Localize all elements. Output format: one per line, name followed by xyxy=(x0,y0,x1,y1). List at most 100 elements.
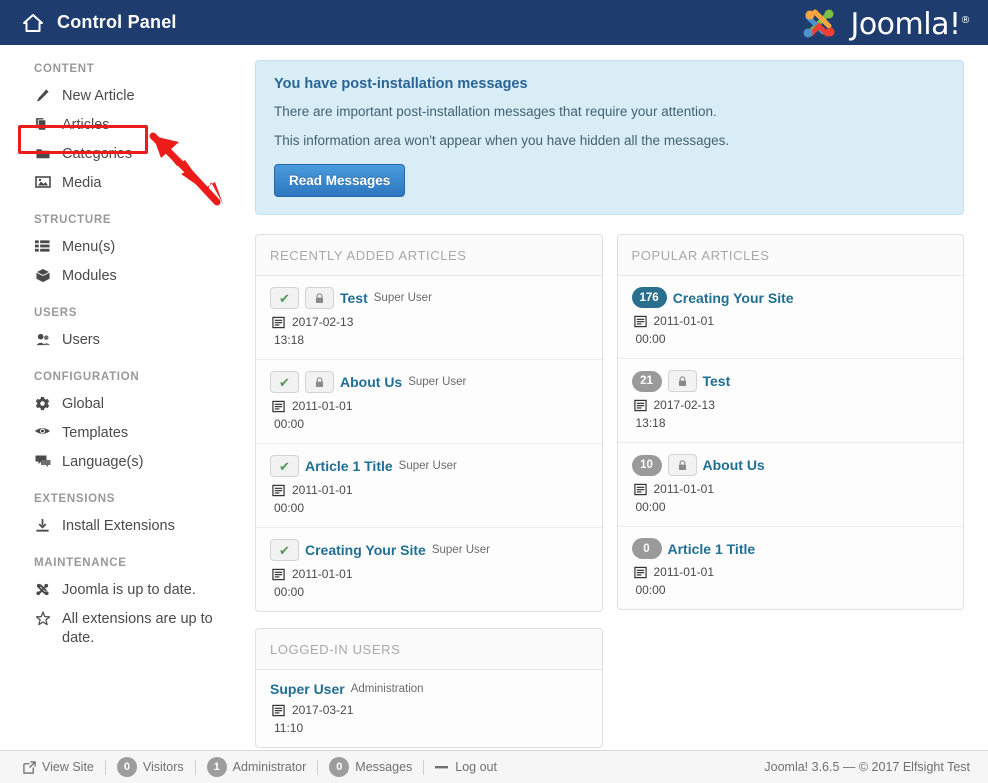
publish-toggle-button[interactable]: ✔ xyxy=(270,455,299,478)
article-title-link[interactable]: Article 1 Title xyxy=(305,458,393,474)
panel-recently-added-articles: RECENTLY ADDED ARTICLES ✔ Test Super Use… xyxy=(255,234,603,613)
sidebar-item-extensions-update-status[interactable]: All extensions are up to date. xyxy=(0,605,255,653)
pencil-icon xyxy=(34,87,51,103)
publish-toggle-button[interactable]: ✔ xyxy=(270,371,299,394)
sidebar-group-users: USERS Users xyxy=(0,307,255,355)
article-time: 00:00 xyxy=(274,417,305,432)
status-bar: View Site 0 Visitors 1 Administrator 0 M… xyxy=(0,750,988,783)
sidebar-label-global: Global xyxy=(62,396,104,412)
download-icon xyxy=(34,517,51,533)
list-icon xyxy=(34,238,51,253)
article-title-link[interactable]: Creating Your Site xyxy=(673,290,794,306)
article-title-link[interactable]: About Us xyxy=(703,457,765,473)
calendar-icon xyxy=(272,316,285,329)
sidebar-nav: CONTENT New Article Articles Categories … xyxy=(0,45,255,669)
lock-button[interactable] xyxy=(305,371,334,394)
article-time: 13:18 xyxy=(635,416,666,431)
row-meta: 2011-01-01 xyxy=(272,483,588,497)
sidebar-item-install-extensions[interactable]: Install Extensions xyxy=(0,512,255,541)
article-date: 2011-01-01 xyxy=(653,482,715,497)
copy-icon xyxy=(34,116,51,132)
row-top: 176 Creating Your Site xyxy=(631,287,950,309)
check-icon: ✔ xyxy=(279,458,290,474)
sidebar-item-articles[interactable]: Articles xyxy=(0,111,255,140)
external-link-icon xyxy=(23,760,36,774)
administrator-count-badge: 1 xyxy=(206,757,227,777)
logout-button[interactable]: Log out xyxy=(424,760,508,774)
user-name-link[interactable]: Super User xyxy=(270,681,345,697)
messages-status[interactable]: 0 Messages xyxy=(318,757,423,777)
alert-line-2: This information area won't appear when … xyxy=(274,133,730,149)
top-header-bar: Control Panel Joomla!® xyxy=(0,0,988,45)
joomla-icon xyxy=(34,581,51,597)
folder-icon xyxy=(34,145,51,161)
article-title-link[interactable]: Test xyxy=(340,290,368,306)
sidebar-item-media[interactable]: Media xyxy=(0,169,255,198)
read-messages-button[interactable]: Read Messages xyxy=(274,164,406,198)
list-item[interactable]: ✔ Creating Your Site Super User 2011-01-… xyxy=(256,528,602,611)
list-item[interactable]: Super User Administration 2017-03-21 11:… xyxy=(256,670,602,747)
list-item[interactable]: 176 Creating Your Site 2011-01-01 00:00 xyxy=(617,276,963,360)
article-title-link[interactable]: Test xyxy=(703,373,731,389)
sidebar-group-title-maintenance: MAINTENANCE xyxy=(34,557,127,569)
sidebar-label-media: Media xyxy=(62,175,102,191)
lock-button[interactable] xyxy=(305,287,334,310)
sidebar-item-templates[interactable]: Templates xyxy=(0,419,255,448)
sidebar-item-global[interactable]: Global xyxy=(0,390,255,419)
publish-toggle-button[interactable]: ✔ xyxy=(270,287,299,310)
star-icon xyxy=(34,610,51,626)
list-item[interactable]: 21 Test 2017-02-13 13:18 xyxy=(617,359,963,444)
publish-toggle-button[interactable]: ✔ xyxy=(270,539,299,562)
list-item[interactable]: ✔ Test Super User 2017-02-13 13:18 xyxy=(256,276,602,361)
sidebar-group-title-users: USERS xyxy=(34,307,78,319)
row-meta: 2017-02-13 xyxy=(272,315,588,329)
calendar-icon xyxy=(272,568,285,581)
sidebar-label-joomla-update-status: Joomla is up to date. xyxy=(62,582,196,598)
sidebar-item-categories[interactable]: Categories xyxy=(0,140,255,169)
minus-icon xyxy=(435,766,449,769)
sidebar-item-joomla-update-status[interactable]: Joomla is up to date. xyxy=(0,576,255,605)
list-item[interactable]: 0 Article 1 Title 2011-01-01 00:00 xyxy=(618,527,964,609)
user-role: Administration xyxy=(350,683,424,696)
list-item[interactable]: 10 About Us 2011-01-01 00:00 xyxy=(617,443,963,528)
list-item[interactable]: ✔ About Us Super User 2011-01-01 00:00 xyxy=(256,360,602,445)
sidebar-label-articles: Articles xyxy=(62,117,110,133)
article-date: 2017-02-13 xyxy=(292,315,354,330)
users-icon xyxy=(34,331,51,347)
view-site-button[interactable]: View Site xyxy=(12,760,105,774)
calendar-icon xyxy=(633,399,647,412)
article-title-link[interactable]: About Us xyxy=(340,374,402,390)
article-title-link[interactable]: Article 1 Title xyxy=(668,541,756,557)
article-title-link[interactable]: Creating Your Site xyxy=(305,542,426,558)
lock-button[interactable] xyxy=(667,454,697,477)
visitors-label: Visitors xyxy=(142,760,184,774)
visitors-count-badge: 0 xyxy=(116,757,137,777)
list-item[interactable]: ✔ Article 1 Title Super User 2011-01-01 … xyxy=(256,444,602,529)
row-top: ✔ Test Super User xyxy=(270,287,588,310)
row-top: ✔ About Us Super User xyxy=(270,371,588,394)
row-meta: 2017-03-21 xyxy=(272,703,588,717)
sidebar-item-modules[interactable]: Modules xyxy=(0,262,255,291)
visitors-status[interactable]: 0 Visitors xyxy=(106,757,195,777)
row-top: 21 Test xyxy=(631,370,950,393)
sidebar-label-templates: Templates xyxy=(62,425,129,441)
calendar-icon xyxy=(633,483,647,496)
sidebar-item-languages[interactable]: Language(s) xyxy=(0,448,255,477)
sidebar-item-users[interactable]: Users xyxy=(0,326,255,355)
home-icon[interactable] xyxy=(22,13,44,33)
sidebar-item-new-article[interactable]: New Article xyxy=(0,82,255,111)
main-content: You have post-installation messages Ther… xyxy=(255,45,988,764)
article-date: 2011-01-01 xyxy=(292,399,353,414)
lock-button[interactable] xyxy=(667,370,697,393)
row-top: Super User Administration xyxy=(270,681,588,697)
administrator-status[interactable]: 1 Administrator xyxy=(196,757,318,777)
sidebar-item-menus[interactable]: Menu(s) xyxy=(0,233,255,262)
joomla-logo: Joomla!® xyxy=(799,4,970,42)
sidebar-label-extensions-update-status: All extensions are up to date. xyxy=(62,611,213,646)
sidebar-group-structure: STRUCTURE Menu(s) Modules xyxy=(0,214,255,291)
sidebar-label-languages: Language(s) xyxy=(62,454,144,470)
article-date: 2011-01-01 xyxy=(653,565,715,580)
panel-body-popular: 176 Creating Your Site 2011-01-01 00:00 xyxy=(617,276,964,609)
panel-heading-logged-in: LOGGED-IN USERS xyxy=(256,629,602,671)
status-bar-left: View Site 0 Visitors 1 Administrator 0 M… xyxy=(12,757,508,777)
